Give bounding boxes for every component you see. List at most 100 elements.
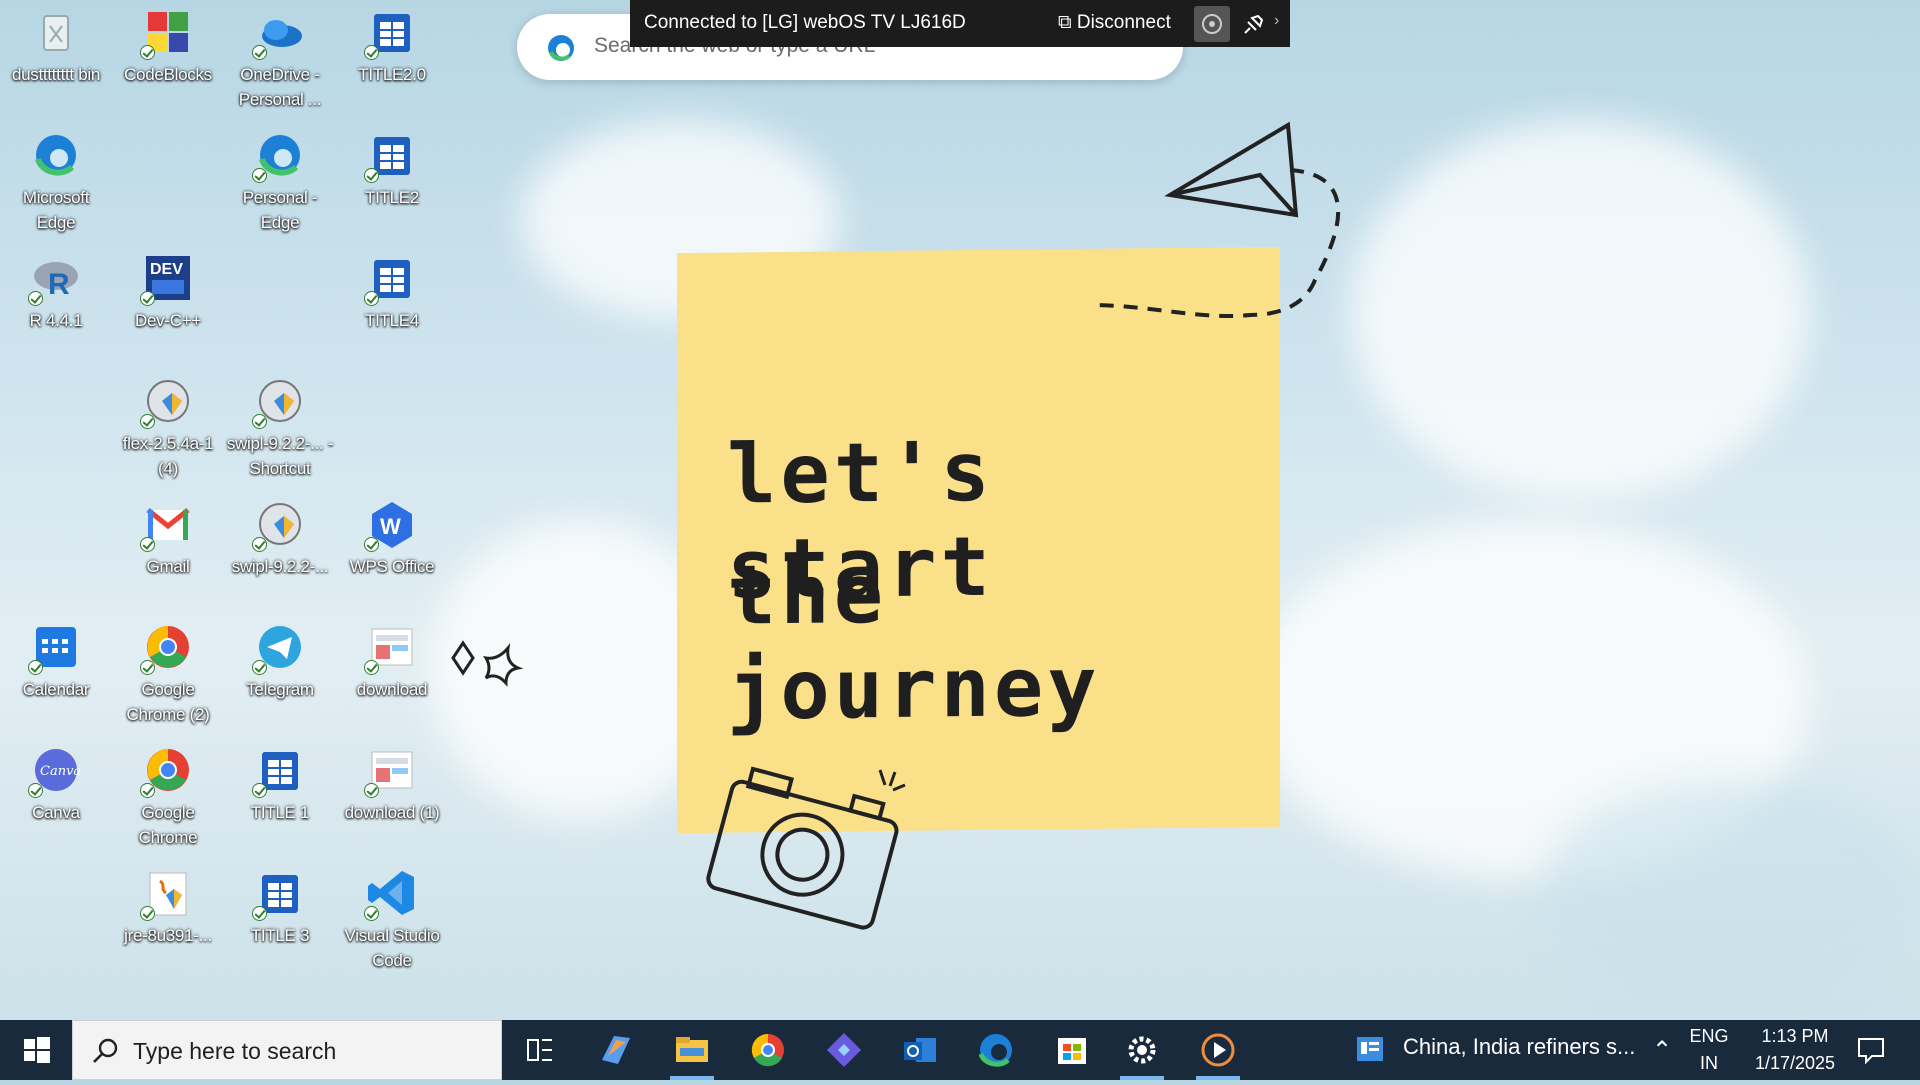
edge-icon bbox=[30, 129, 82, 181]
copilot-icon[interactable] bbox=[586, 1020, 646, 1080]
desktop-icon[interactable]: TITLE2.0 bbox=[336, 0, 448, 87]
sync-check-icon bbox=[252, 45, 267, 60]
desktop-icon[interactable]: Microsoft Edge bbox=[0, 123, 112, 235]
desktop-icon[interactable]: CodeBlocks bbox=[112, 0, 224, 87]
chevron-up-icon[interactable]: ⌃ bbox=[1652, 1036, 1672, 1065]
desktop-icon[interactable]: Google Chrome bbox=[112, 738, 224, 850]
desktop-icon[interactable]: Gmail bbox=[112, 492, 224, 579]
desktop-icon[interactable]: jre-8u391-... bbox=[112, 861, 224, 948]
devcpp-icon: DEV bbox=[140, 252, 194, 306]
media-player-icon[interactable] bbox=[1188, 1020, 1248, 1080]
sync-check-icon bbox=[140, 906, 155, 921]
desktop-icon-label: Calendar bbox=[22, 680, 90, 699]
desktop-icon-label: dustttttttt bin bbox=[11, 65, 101, 84]
taskbar-search-box[interactable]: Type here to search bbox=[72, 1020, 502, 1080]
desktop-icon[interactable]: W WPS Office bbox=[336, 492, 448, 579]
sync-check-icon bbox=[140, 291, 155, 306]
desktop-icon-label: TITLE2.0 bbox=[358, 65, 426, 84]
sync-check-icon bbox=[364, 906, 379, 921]
desktop-icon-label: download bbox=[356, 680, 428, 699]
disconnect-button[interactable]: ⧉ Disconnect bbox=[1058, 12, 1171, 34]
sync-check-icon bbox=[252, 537, 267, 552]
search-icon bbox=[93, 1038, 118, 1063]
microsoft-store-icon[interactable] bbox=[1042, 1020, 1102, 1080]
desktop-icon[interactable]: Visual Studio Code bbox=[336, 861, 448, 973]
chrome-icon bbox=[140, 621, 194, 675]
desktop-icon-label: jre-8u391-... bbox=[124, 926, 212, 945]
sync-check-icon bbox=[252, 168, 267, 183]
desktop-icon[interactable]: swipl-9.2.2-... bbox=[224, 492, 336, 579]
file-explorer-icon[interactable] bbox=[662, 1020, 722, 1080]
paper-plane-icon bbox=[1090, 121, 1341, 319]
desktop-icon[interactable]: R R 4.4.1 bbox=[0, 246, 112, 333]
desktop-icon-label: Google Chrome bbox=[138, 803, 198, 847]
document-icon bbox=[252, 744, 306, 798]
desktop-icon[interactable]: DEV Dev-C++ bbox=[112, 246, 224, 333]
installer-icon bbox=[252, 498, 306, 552]
active-indicator bbox=[1120, 1076, 1164, 1080]
disconnect-label: Disconnect bbox=[1076, 12, 1171, 33]
image-file-icon bbox=[364, 621, 418, 675]
desktop-icon-label: Visual Studio Code bbox=[344, 926, 440, 970]
desktop-icon[interactable]: TITLE4 bbox=[336, 246, 448, 333]
taskbar: Type here to search China, India refiner… bbox=[0, 1020, 1920, 1080]
desktop-icon-label: Canva bbox=[32, 803, 80, 822]
start-button[interactable] bbox=[0, 1020, 72, 1080]
sync-check-icon bbox=[364, 537, 379, 552]
desktop-icon[interactable]: flex-2.5.4a-1 (4) bbox=[112, 369, 224, 481]
windows-logo-icon bbox=[24, 1037, 50, 1063]
desktop-icon-label: Google Chrome (2) bbox=[126, 680, 210, 724]
sync-check-icon bbox=[252, 783, 267, 798]
desktop-icon[interactable]: swipl-9.2.2-... - Shortcut bbox=[224, 369, 336, 481]
desktop-icon[interactable]: dustttttttt bin bbox=[0, 0, 112, 87]
vscode-icon bbox=[364, 867, 418, 921]
desktop-icon[interactable]: TITLE 1 bbox=[224, 738, 336, 825]
sync-check-icon bbox=[28, 291, 43, 306]
desktop-icon-label: TITLE4 bbox=[365, 311, 419, 330]
document-icon bbox=[364, 6, 418, 60]
desktop-icon[interactable]: Personal - Edge bbox=[224, 123, 336, 235]
camera-icon bbox=[706, 766, 906, 930]
desktop-icon[interactable]: Google Chrome (2) bbox=[112, 615, 224, 727]
edge-logo-icon bbox=[548, 35, 574, 61]
copilot-app-icon[interactable] bbox=[814, 1020, 874, 1080]
sync-check-icon bbox=[364, 291, 379, 306]
desktop-icon-label: TITLE 3 bbox=[250, 926, 310, 945]
edge-taskbar-icon[interactable] bbox=[966, 1020, 1026, 1080]
wps-icon: W bbox=[364, 498, 418, 552]
clock-date: 1/17/2025 bbox=[1754, 1053, 1836, 1073]
language-indicator[interactable]: ENG IN bbox=[1684, 1026, 1734, 1074]
clock[interactable]: 1:13 PM 1/17/2025 bbox=[1740, 1026, 1850, 1074]
desktop-icon[interactable]: download bbox=[336, 615, 448, 702]
sync-check-icon bbox=[364, 168, 379, 183]
desktop-icon-label: Personal - Edge bbox=[242, 188, 318, 232]
cast-settings-gear-icon[interactable] bbox=[1194, 6, 1230, 42]
settings-gear-icon[interactable] bbox=[1112, 1020, 1172, 1080]
sync-check-icon bbox=[364, 783, 379, 798]
news-icon bbox=[1357, 1037, 1383, 1061]
notification-center-icon[interactable] bbox=[1856, 1036, 1886, 1069]
installer-icon bbox=[140, 375, 194, 429]
sync-check-icon bbox=[140, 660, 155, 675]
desktop-icon-label: Telegram bbox=[246, 680, 314, 699]
pin-icon[interactable] bbox=[1242, 10, 1268, 42]
desktop-icon-label: Gmail bbox=[146, 557, 190, 576]
desktop-icon-label: OneDrive - Personal ... bbox=[238, 65, 322, 109]
outlook-icon[interactable] bbox=[890, 1020, 950, 1080]
sync-check-icon bbox=[252, 414, 267, 429]
desktop-icon[interactable]: OneDrive - Personal ... bbox=[224, 0, 336, 112]
desktop-icon[interactable]: Canva Canva bbox=[0, 738, 112, 825]
sync-check-icon bbox=[140, 414, 155, 429]
desktop-icon[interactable]: download (1) bbox=[336, 738, 448, 825]
chevron-right-icon[interactable]: › bbox=[1274, 12, 1279, 30]
desktop-icon[interactable]: Telegram bbox=[224, 615, 336, 702]
document-icon bbox=[252, 867, 306, 921]
desktop-icon[interactable]: Calendar bbox=[0, 615, 112, 702]
desktop-icon[interactable]: TITLE 3 bbox=[224, 861, 336, 948]
chrome-taskbar-icon[interactable] bbox=[738, 1020, 798, 1080]
desktop-icon[interactable]: TITLE2 bbox=[336, 123, 448, 210]
recycle-bin-icon bbox=[30, 6, 82, 58]
desktop-icon-label: Microsoft Edge bbox=[22, 188, 90, 232]
r-icon: R bbox=[28, 252, 82, 306]
task-view-icon[interactable] bbox=[510, 1020, 570, 1080]
